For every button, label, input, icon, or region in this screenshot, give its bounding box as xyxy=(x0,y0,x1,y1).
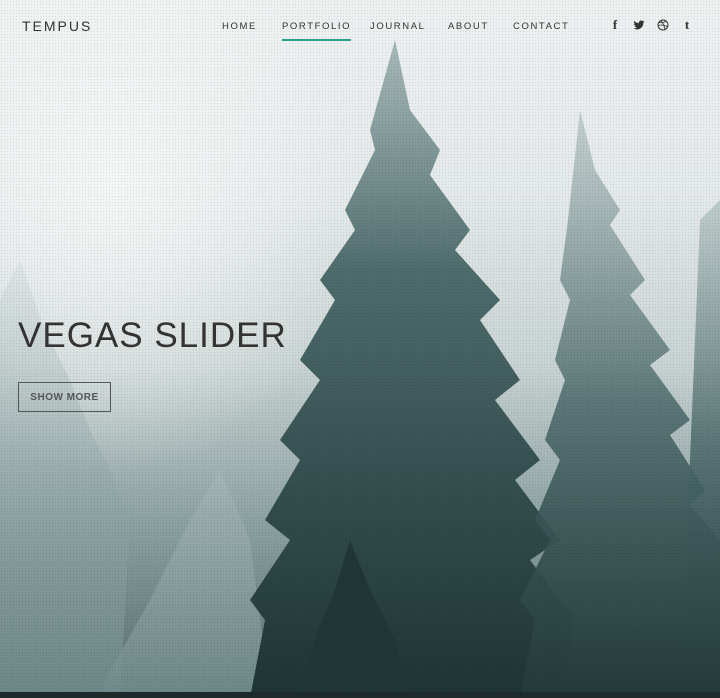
twitter-icon[interactable] xyxy=(632,17,646,33)
nav-journal[interactable]: JOURNAL xyxy=(370,21,426,32)
site-logo[interactable]: TEMPUS xyxy=(22,18,92,34)
nav-about[interactable]: ABOUT xyxy=(448,21,489,32)
tumblr-icon[interactable]: t xyxy=(680,17,694,33)
bottom-edge xyxy=(0,692,720,698)
hero-title: VEGAS SLIDER xyxy=(18,316,287,355)
social-links: f t xyxy=(608,17,694,35)
dribbble-icon[interactable] xyxy=(656,17,670,33)
show-more-button[interactable]: SHOW MORE xyxy=(18,382,111,412)
nav-home[interactable]: HOME xyxy=(222,21,257,32)
nav-portfolio[interactable]: PORTFOLIO xyxy=(282,21,352,41)
nav-contact[interactable]: CONTACT xyxy=(513,21,569,32)
facebook-icon[interactable]: f xyxy=(608,17,622,33)
